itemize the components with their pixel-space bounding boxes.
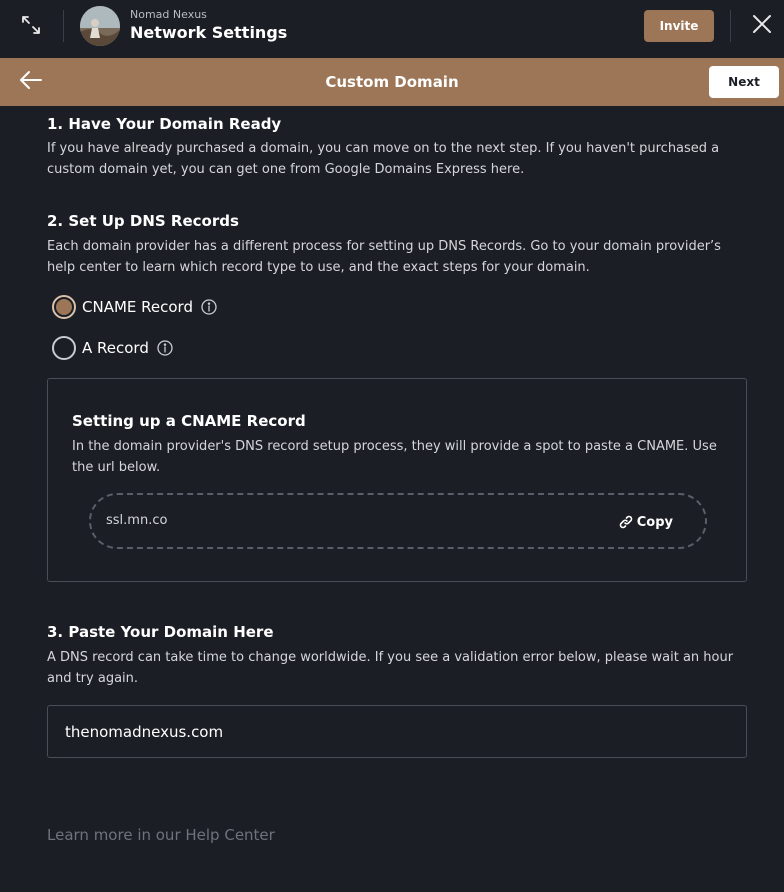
header-bar: Custom Domain Next — [0, 58, 784, 106]
radio-cname-record[interactable]: CNAME Record — [52, 294, 217, 320]
network-name: Nomad Nexus — [130, 8, 207, 21]
radio-label: A Record — [82, 339, 149, 357]
expand-button[interactable] — [14, 12, 48, 42]
domain-input[interactable] — [47, 705, 747, 758]
cname-title: Setting up a CNAME Record — [72, 412, 306, 430]
step2-text: Each domain provider has a different pro… — [47, 239, 721, 275]
step3-text: A DNS record can take time to change wor… — [47, 650, 734, 686]
network-avatar — [80, 6, 120, 46]
step2-title: 2. Set Up DNS Records — [47, 212, 239, 230]
link-icon — [619, 515, 632, 529]
page-title: Network Settings — [130, 23, 288, 42]
divider — [63, 10, 64, 42]
cname-description: In the domain provider's DNS record setu… — [72, 439, 717, 475]
radio-a-record[interactable]: A Record — [52, 335, 173, 361]
step1-title: 1. Have Your Domain Ready — [47, 115, 282, 133]
cname-url-field: ssl.mn.co Copy — [89, 493, 707, 549]
cname-url: ssl.mn.co — [106, 513, 168, 528]
top-bar: Nomad Nexus Network Settings Invite — [0, 0, 784, 58]
back-button[interactable] — [14, 68, 48, 96]
radio-button-selected[interactable] — [52, 295, 76, 319]
close-icon — [752, 14, 772, 38]
header-title: Custom Domain — [325, 73, 459, 91]
radio-label: CNAME Record — [82, 298, 193, 316]
help-center-link[interactable]: Learn more in our Help Center — [47, 826, 275, 844]
divider — [730, 10, 731, 42]
info-icon[interactable] — [157, 340, 173, 356]
invite-button[interactable]: Invite — [644, 10, 714, 42]
next-button[interactable]: Next — [709, 66, 779, 98]
cname-instructions-panel: Setting up a CNAME Record In the domain … — [47, 378, 747, 582]
arrow-left-icon — [19, 70, 43, 94]
copy-label: Copy — [636, 514, 673, 530]
step1-text: If you have already purchased a domain, … — [47, 141, 720, 177]
radio-button-unselected[interactable] — [52, 336, 76, 360]
info-icon[interactable] — [201, 299, 217, 315]
step3-title: 3. Paste Your Domain Here — [47, 623, 274, 641]
close-button[interactable] — [746, 10, 778, 42]
copy-button[interactable]: Copy — [618, 511, 673, 533]
expand-icon — [20, 14, 42, 40]
